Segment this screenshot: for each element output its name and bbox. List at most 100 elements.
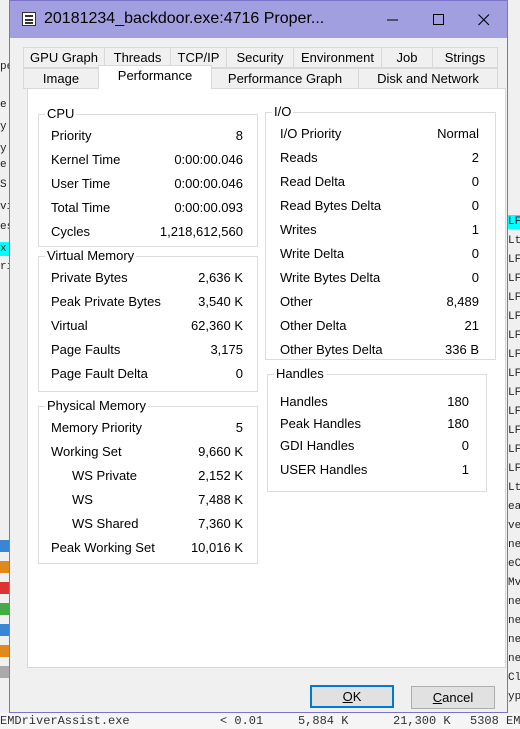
cpu-label: User Time: [51, 176, 111, 191]
handles-value: 180: [447, 394, 469, 409]
window-app-icon: [22, 12, 36, 26]
tab-gpu-graph[interactable]: GPU Graph: [23, 47, 105, 68]
io-label: Read Delta: [280, 174, 346, 189]
io-row: Other Delta 21: [266, 317, 495, 335]
tab-disk-and-network[interactable]: Disk and Network: [358, 68, 498, 89]
pm-row-ws-private: WS Private 2,152 K: [39, 467, 257, 485]
pm-value: 7,488 K: [198, 492, 243, 507]
io-label: Writes: [280, 222, 317, 237]
io-label: Other: [280, 294, 313, 309]
tab-performance-graph[interactable]: Performance Graph: [211, 68, 359, 89]
ok-mnemonic: O: [342, 689, 353, 704]
tab-job[interactable]: Job: [381, 47, 433, 68]
io-row: I/O Priority Normal: [266, 125, 495, 143]
pm-row-ws: WS 7,488 K: [39, 491, 257, 509]
cpu-label: Total Time: [51, 200, 111, 215]
io-label: Write Delta: [280, 246, 345, 261]
background-left-fragment: y: [0, 143, 7, 155]
background-right-fragment: Lt: [508, 482, 520, 494]
io-row: Read Delta 0: [266, 173, 495, 191]
background-right-fragment: LF: [508, 368, 520, 380]
io-value: 2: [471, 150, 479, 165]
pm-value: 7,360 K: [198, 516, 243, 531]
io-row: Write Bytes Delta 0: [266, 269, 495, 287]
maximize-icon: [433, 13, 444, 25]
background-right-fragment: LF: [508, 273, 520, 285]
vm-label: Page Faults: [51, 342, 121, 357]
minimize-icon: [387, 19, 398, 20]
physical-memory-group: Physical Memory Memory Priority 5 Working…: [38, 398, 258, 564]
ok-button[interactable]: OK: [310, 685, 394, 708]
io-row: Writes 1: [266, 221, 495, 239]
background-process-icon: [0, 540, 9, 552]
background-right-fragment: eC: [508, 558, 520, 570]
handles-row: USER Handles 1: [268, 461, 486, 479]
handles-value: 1: [461, 462, 469, 477]
cpu-value: 8: [235, 128, 243, 143]
pm-label: WS: [72, 492, 93, 507]
handles-label: Peak Handles: [280, 416, 361, 431]
title-bar[interactable]: 20181234_backdoor.exe:4716 Proper...: [10, 1, 507, 38]
io-row: Read Bytes Delta 0: [266, 197, 495, 215]
handles-row: Handles 180: [268, 393, 486, 411]
tab-security[interactable]: Security: [226, 47, 294, 68]
cpu-value: 0:00:00.046: [174, 152, 243, 167]
io-label: I/O Priority: [280, 126, 342, 141]
vm-row-peak-private-bytes: Peak Private Bytes 3,540 K: [39, 293, 257, 311]
close-icon: [478, 13, 490, 25]
background-process-icon: [0, 645, 9, 657]
minimize-button[interactable]: [370, 1, 416, 38]
cpu-group: CPU Priority 8 Kernel Time 0:00:00.046 Use…: [38, 106, 258, 247]
background-right-fragment: ne: [508, 615, 520, 627]
io-value: 8,489: [446, 294, 479, 309]
io-value: 0: [471, 174, 479, 189]
handles-label: GDI Handles: [280, 438, 355, 453]
handles-group: Handles Handles 180 Peak Handles 180 GDI H…: [267, 366, 487, 492]
vm-row-private-bytes: Private Bytes 2,636 K: [39, 269, 257, 287]
tab-performance[interactable]: Performance: [98, 65, 212, 89]
maximize-button[interactable]: [416, 1, 462, 38]
background-right-fragment: LF: [508, 406, 520, 418]
close-button[interactable]: [461, 1, 507, 38]
background-process-working: 21,300 K: [393, 714, 451, 728]
background-right-fragment: Cl: [508, 672, 520, 684]
handles-group-title: Handles: [274, 366, 326, 382]
vm-value: 3,540 K: [198, 294, 243, 309]
background-right-fragment: LF: [508, 444, 520, 456]
vm-value: 3,175: [210, 342, 243, 357]
background-left-fragment: e: [0, 159, 7, 171]
background-process-icon: [0, 666, 9, 678]
background-process-name: EMDriverAssist.exe: [0, 714, 130, 728]
tab-strings[interactable]: Strings: [432, 47, 498, 68]
io-label: Other Delta: [280, 318, 347, 333]
background-process-private: 5,884 K: [298, 714, 349, 728]
tab-environment[interactable]: Environment: [293, 47, 382, 68]
cpu-row-total-time: Total Time 0:00:00.093: [39, 199, 257, 217]
handles-row: GDI Handles 0: [268, 437, 486, 455]
handles-row: Peak Handles 180: [268, 415, 486, 433]
background-right-fragment: ea: [508, 501, 520, 513]
background-app-right-strip: LF Lt LF LF LF LF LF LF LF LF LF LF LF LF Lt ea ve ne eC Mv…: [508, 0, 520, 729]
vm-row-page-fault-delta: Page Fault Delta 0: [39, 365, 257, 383]
pm-label: Peak Working Set: [51, 540, 155, 555]
io-row: Write Delta 0: [266, 245, 495, 263]
background-right-fragment: LF: [508, 311, 520, 323]
handles-label: USER Handles: [280, 462, 368, 477]
io-value: 0: [471, 270, 479, 285]
ok-label-rest: K: [352, 689, 362, 704]
io-value: 336 B: [445, 342, 479, 357]
tab-image[interactable]: Image: [23, 68, 99, 89]
cpu-label: Kernel Time: [51, 152, 121, 167]
vm-row-page-faults: Page Faults 3,175: [39, 341, 257, 359]
vm-value: 2,636 K: [198, 270, 243, 285]
io-label: Reads: [280, 150, 318, 165]
cpu-value: 1,218,612,560: [159, 224, 243, 239]
io-group-title: I/O: [272, 104, 294, 120]
vm-value: 62,360 K: [190, 318, 243, 333]
handles-value: 180: [447, 416, 469, 431]
background-left-fragment: ri: [0, 261, 9, 273]
cancel-button[interactable]: Cancel: [411, 686, 495, 709]
background-process-cpu: < 0.01: [220, 714, 264, 728]
io-row: Other Bytes Delta 336 B: [266, 341, 495, 359]
vm-value: 0: [235, 366, 243, 381]
